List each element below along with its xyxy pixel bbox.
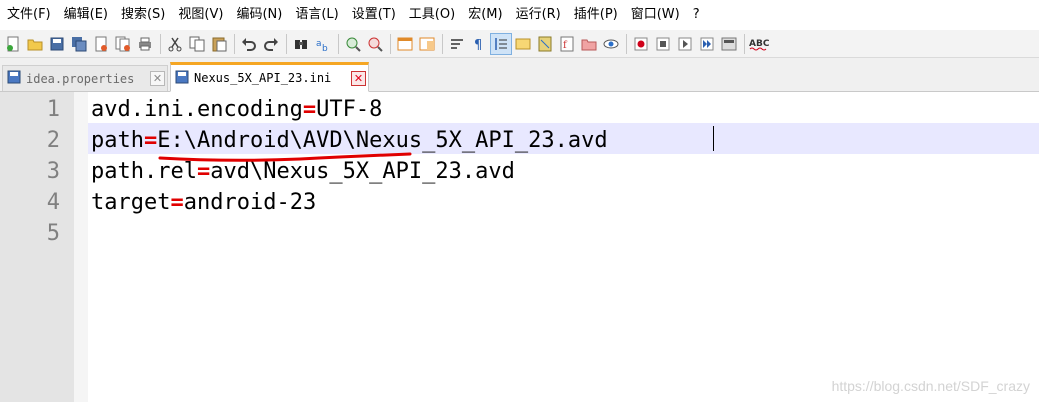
tab-bar: idea.properties ✕ Nexus_5X_API_23.ini ✕: [0, 58, 1039, 92]
svg-text:a: a: [316, 39, 322, 49]
close-all-icon[interactable]: [113, 34, 133, 54]
toolbar-separator: [338, 33, 339, 54]
tab-nexus-ini[interactable]: Nexus_5X_API_23.ini ✕: [170, 62, 369, 92]
toolbar-separator: [160, 33, 161, 54]
toolbar-separator: [390, 33, 391, 54]
tab-idea-properties[interactable]: idea.properties ✕: [2, 65, 168, 91]
menu-settings[interactable]: 设置(T): [345, 0, 402, 30]
monitoring-icon[interactable]: [601, 34, 621, 54]
new-file-icon[interactable]: [3, 34, 23, 54]
indent-guide-icon[interactable]: [490, 32, 512, 55]
menu-language[interactable]: 语言(L): [288, 0, 344, 30]
menu-tools[interactable]: 工具(O): [402, 0, 461, 30]
redo-icon[interactable]: [261, 34, 281, 54]
watermark: https://blog.csdn.net/SDF_crazy: [831, 378, 1030, 394]
menu-help[interactable]: ?: [686, 0, 706, 30]
toolbar: ab ¶ f ABC: [0, 30, 1039, 58]
save-icon[interactable]: [47, 34, 67, 54]
menu-macro[interactable]: 宏(M): [461, 0, 508, 30]
run-macro-multiple-icon[interactable]: [697, 34, 717, 54]
find-icon[interactable]: [291, 34, 311, 54]
menu-search[interactable]: 搜索(S): [114, 0, 171, 30]
close-tab-icon[interactable]: ✕: [150, 71, 165, 86]
folder-workspace-icon[interactable]: [579, 34, 599, 54]
sync-vertical-icon[interactable]: [395, 34, 415, 54]
close-tab-icon[interactable]: ✕: [351, 70, 366, 86]
spell-check-icon[interactable]: ABC: [749, 34, 769, 54]
svg-text:¶: ¶: [474, 38, 482, 52]
toolbar-separator: [744, 33, 745, 54]
menu-encoding[interactable]: 编码(N): [229, 0, 288, 30]
undo-icon[interactable]: [239, 34, 259, 54]
print-icon[interactable]: [135, 34, 155, 54]
menu-edit[interactable]: 编辑(E): [57, 0, 114, 30]
stop-macro-icon[interactable]: [653, 34, 673, 54]
menu-run[interactable]: 运行(R): [509, 0, 567, 30]
close-file-icon[interactable]: [91, 34, 111, 54]
editor[interactable]: 1 2 3 4 5 avd.ini.encoding=UTF-8 path=E:…: [0, 92, 1039, 402]
zoom-out-icon[interactable]: [365, 34, 385, 54]
menu-bar: 文件(F) 编辑(E) 搜索(S) 视图(V) 编码(N) 语言(L) 设置(T…: [0, 0, 1039, 30]
tab-label: idea.properties: [26, 71, 135, 86]
menu-file[interactable]: 文件(F): [0, 0, 57, 30]
record-macro-icon[interactable]: [631, 34, 651, 54]
show-all-chars-icon[interactable]: ¶: [469, 34, 489, 54]
save-all-icon[interactable]: [69, 34, 89, 54]
doc-map-icon[interactable]: [535, 34, 555, 54]
menu-view[interactable]: 视图(V): [171, 0, 229, 30]
toolbar-separator: [442, 33, 443, 54]
toolbar-separator: [286, 33, 287, 54]
toolbar-separator: [234, 33, 235, 54]
menu-window[interactable]: 窗口(W): [624, 0, 686, 30]
function-list-icon[interactable]: f: [557, 34, 577, 54]
cut-icon[interactable]: [165, 34, 185, 54]
user-language-icon[interactable]: [513, 34, 533, 54]
copy-icon[interactable]: [187, 34, 207, 54]
menu-plugins[interactable]: 插件(P): [567, 0, 624, 30]
saved-file-icon: [7, 70, 21, 87]
paste-icon[interactable]: [209, 34, 229, 54]
svg-text:b: b: [322, 44, 328, 52]
open-folder-icon[interactable]: [25, 34, 45, 54]
word-wrap-icon[interactable]: [447, 34, 467, 54]
saved-file-icon: [175, 70, 189, 87]
sync-horizontal-icon[interactable]: [417, 34, 437, 54]
toolbar-separator: [626, 33, 627, 54]
play-macro-icon[interactable]: [675, 34, 695, 54]
tab-label: Nexus_5X_API_23.ini: [194, 71, 332, 85]
replace-icon[interactable]: ab: [313, 34, 333, 54]
zoom-in-icon[interactable]: [343, 34, 363, 54]
save-macro-icon[interactable]: [719, 34, 739, 54]
red-underline-annotation: [158, 152, 412, 162]
